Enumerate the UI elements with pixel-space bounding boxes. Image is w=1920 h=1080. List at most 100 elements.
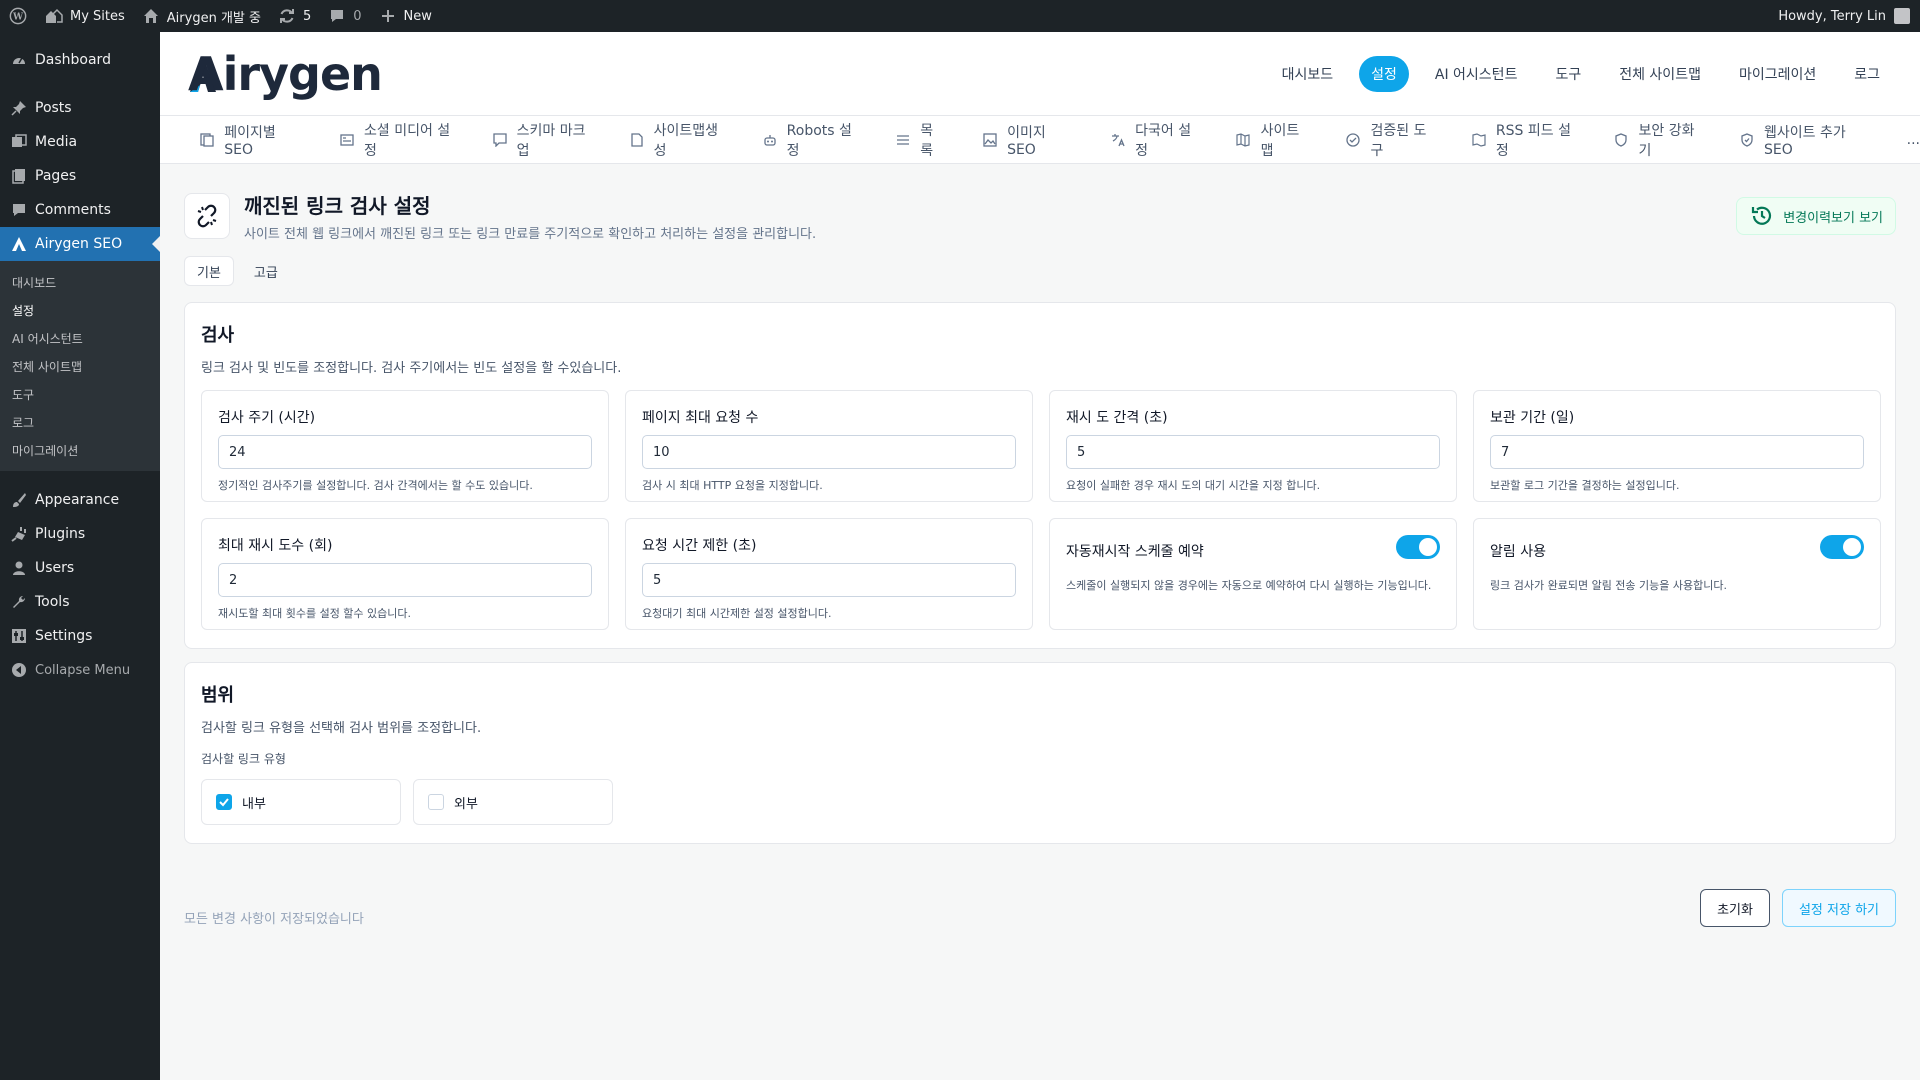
tab-basic[interactable]: 기본 [184, 256, 234, 286]
mode-tabs: 기본 고급 [184, 256, 290, 286]
sidebar-item-tools[interactable]: Tools [0, 585, 160, 619]
tab-label: RSS 피드 설정 [1495, 122, 1571, 159]
wordpress-icon: W [8, 6, 28, 26]
media-icon [9, 132, 29, 152]
sidebar-item-posts[interactable]: Posts [0, 91, 160, 125]
sidebar-item-plugins[interactable]: Plugins [0, 517, 160, 551]
airygen-logo[interactable]: Airygen [188, 46, 383, 101]
topnav-tools[interactable]: 도구 [1543, 56, 1593, 92]
request-timeout-field: 요청 시간 제한 (초) 요청대기 최대 시간제한 설정 설정합니다. [625, 518, 1033, 630]
howdy-user[interactable]: Howdy, Terry Lin [1778, 0, 1910, 32]
tab-page-seo[interactable]: 페이지별 SEO [200, 122, 300, 158]
sidebar-item-comments[interactable]: Comments [0, 193, 160, 227]
message-icon [492, 132, 507, 148]
sidebar-item-airygen-seo[interactable]: Airygen SEO [0, 227, 160, 261]
comment-icon [327, 6, 347, 26]
link-type-options: 내부 외부 [201, 779, 1879, 825]
tab-multilingual[interactable]: 다국어 설정 [1111, 120, 1196, 160]
field-label: 재시 도 간격 (초) [1066, 410, 1168, 426]
submenu-item-logs[interactable]: 로그 [0, 408, 160, 436]
collapse-icon [9, 660, 29, 680]
scan-fields-grid: 검사 주기 (시간) 정기적인 검사주기를 설정합니다. 검사 간격에서는 할 … [201, 390, 1881, 630]
reset-button[interactable]: 초기화 [1700, 889, 1770, 927]
history-label: 변경이력보기 보기 [1783, 210, 1883, 226]
tab-image-seo[interactable]: 이미지 SEO [983, 122, 1071, 158]
scan-settings-card: 검사 링크 검사 및 빈도를 조정합니다. 검사 주기에서는 빈도 설정을 할 … [184, 302, 1896, 649]
max-requests-input[interactable] [642, 435, 1016, 469]
tab-schema[interactable]: 스키마 마크업 [492, 120, 589, 160]
retry-interval-input[interactable] [1066, 435, 1440, 469]
sidebar-item-label: Plugins [35, 526, 86, 542]
tab-verified-tools[interactable]: 검증된 도구 [1346, 120, 1431, 160]
sidebar-item-settings[interactable]: Settings [0, 619, 160, 653]
tab-sitemap-generation[interactable]: 사이트맵생성 [629, 120, 722, 160]
tab-label: 다국어 설정 [1135, 122, 1192, 159]
logo-text: Airygen [188, 46, 383, 101]
field-label: 알림 사용 [1490, 544, 1546, 560]
card-title: 범위 [201, 685, 235, 706]
topnav-logs[interactable]: 로그 [1842, 56, 1892, 92]
scan-interval-input[interactable] [218, 435, 592, 469]
submenu-item-dashboard[interactable]: 대시보드 [0, 268, 160, 296]
max-retries-input[interactable] [218, 563, 592, 597]
page-copy-icon [200, 132, 214, 148]
topnav-sitemap[interactable]: 전체 사이트맵 [1607, 56, 1713, 92]
sidebar-collapse-menu[interactable]: Collapse Menu [0, 653, 160, 687]
svg-text:W: W [12, 13, 24, 23]
request-timeout-input[interactable] [642, 563, 1016, 597]
tab-more[interactable]: ... [1907, 132, 1920, 148]
sidebar-item-dashboard[interactable]: Dashboard [0, 43, 160, 77]
sidebar-item-label: Settings [35, 628, 93, 644]
internal-checkbox[interactable] [216, 794, 232, 810]
updates-link[interactable]: 5 [269, 0, 319, 32]
topnav-migration[interactable]: 마이그레이션 [1727, 56, 1828, 92]
comments-link[interactable]: 0 [319, 0, 369, 32]
airygen-icon [9, 234, 29, 254]
tab-label: 이미지 SEO [1007, 124, 1046, 158]
new-content-link[interactable]: New [370, 0, 440, 32]
tab-list[interactable]: 목록 [896, 120, 943, 160]
tab-security[interactable]: 보안 강화기 [1614, 120, 1699, 160]
submenu-item-ai-assistant[interactable]: AI 어시스턴트 [0, 324, 160, 352]
page-heading: 깨진된 링크 검사 설정 사이트 전체 웹 링크에서 깨진된 링크 또는 링크 … [184, 190, 1896, 242]
retention-input[interactable] [1490, 435, 1864, 469]
topnav-dashboard[interactable]: 대시보드 [1270, 56, 1346, 92]
submenu-item-migration[interactable]: 마이그레이션 [0, 436, 160, 464]
wordpress-logo[interactable]: W [0, 0, 36, 32]
tab-label: 검증된 도구 [1370, 122, 1427, 159]
submenu-item-tools[interactable]: 도구 [0, 380, 160, 408]
tab-social-media[interactable]: 소셜 미디어 설정 [340, 120, 453, 160]
field-help: 스케줄이 실행되지 않을 경우에는 자동으로 예약하여 다시 실행하는 기능입니… [1066, 579, 1432, 592]
submenu-item-settings[interactable]: 설정 [0, 296, 160, 324]
option-label: 내부 [242, 796, 266, 812]
internal-option[interactable]: 내부 [201, 779, 401, 825]
topnav-settings[interactable]: 설정 [1359, 55, 1409, 92]
my-sites-link[interactable]: My Sites [36, 0, 133, 32]
tab-robots[interactable]: Robots 설정 [762, 120, 856, 160]
sidebar-item-pages[interactable]: Pages [0, 159, 160, 193]
card-description: 검사할 링크 유형을 선택해 검사 범위를 조정합니다. [201, 721, 482, 736]
dashboard-icon [9, 50, 29, 70]
topnav-ai-assistant[interactable]: AI 어시스턴트 [1423, 56, 1530, 92]
retry-interval-field: 재시 도 간격 (초) 요청이 실패한 경우 재시 도의 대기 시간을 지정 합… [1049, 390, 1457, 502]
notifications-toggle[interactable] [1820, 535, 1864, 559]
auto-reschedule-toggle[interactable] [1396, 535, 1440, 559]
link-type-label: 검사할 링크 유형 [201, 752, 286, 766]
sidebar-item-appearance[interactable]: Appearance [0, 483, 160, 517]
sidebar-item-media[interactable]: Media [0, 125, 160, 159]
file-icon [629, 132, 643, 148]
site-name-link[interactable]: Airygen 개발 중 [133, 0, 269, 32]
external-checkbox[interactable] [428, 794, 444, 810]
tab-sitemap[interactable]: 사이트맵 [1236, 120, 1306, 160]
submenu-item-sitemap[interactable]: 전체 사이트맵 [0, 352, 160, 380]
history-button[interactable]: 변경이력보기 보기 [1736, 197, 1896, 235]
tab-extra-seo[interactable]: 웹사이트 추가 SEO [1740, 122, 1867, 158]
sidebar-item-users[interactable]: Users [0, 551, 160, 585]
tab-rss[interactable]: RSS 피드 설정 [1472, 120, 1575, 160]
save-button[interactable]: 설정 저장 하기 [1781, 889, 1896, 927]
site-name-label: Airygen 개발 중 [166, 10, 261, 26]
save-status: 모든 변경 사항이 저장되었습니다 [184, 912, 364, 927]
brush-icon [9, 490, 29, 510]
tab-advanced[interactable]: 고급 [242, 256, 290, 286]
external-option[interactable]: 외부 [413, 779, 613, 825]
